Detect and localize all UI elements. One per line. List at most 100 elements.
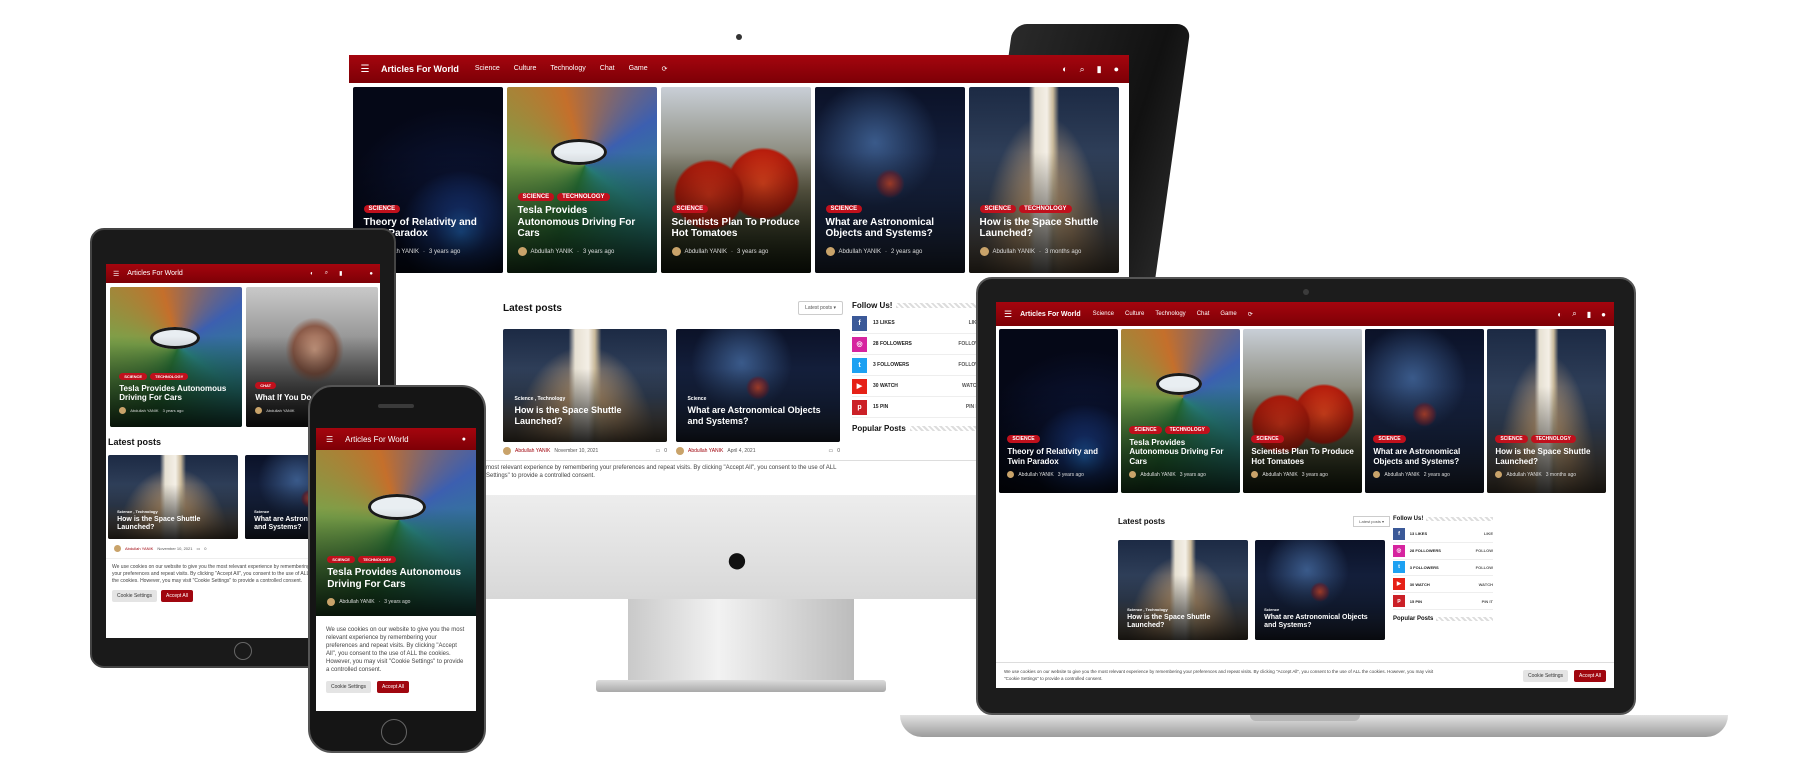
- bookmark-icon[interactable]: ▮: [1587, 309, 1591, 319]
- nav-item-chat[interactable]: Chat: [600, 65, 615, 73]
- brand-logo[interactable]: Articles For World: [345, 435, 408, 444]
- user-icon[interactable]: ●: [462, 436, 466, 443]
- slide-card[interactable]: Science Technology How is the Space Shutt…: [969, 87, 1119, 273]
- post-title[interactable]: How is the Space Shuttle Launched?: [514, 405, 657, 426]
- slide-card[interactable]: Science What are Astronomical Objects an…: [815, 87, 965, 273]
- slide-author[interactable]: Abdullah YANIK: [839, 249, 881, 255]
- slide-author[interactable]: Abdullah YANIK: [1506, 472, 1541, 478]
- nav-item-science[interactable]: Science: [475, 65, 500, 73]
- slide-title[interactable]: Scientists Plan To Produce Hot Tomatoes: [672, 217, 803, 241]
- follow-row[interactable]: p 15 PIN PIN IT: [852, 397, 980, 418]
- menu-icon[interactable]: ☰: [326, 435, 333, 444]
- accept-all-button[interactable]: Accept All: [1574, 669, 1606, 682]
- nav-item-science[interactable]: Science: [1093, 311, 1114, 318]
- moon-icon[interactable]: ◐: [310, 270, 314, 277]
- post-card[interactable]: Science What are Astronomical Objects and…: [1255, 540, 1385, 640]
- follow-row[interactable]: ◎ 28 FOLLOWERS FOLLOW: [1393, 543, 1493, 560]
- facebook-icon[interactable]: f: [1393, 527, 1405, 540]
- follow-row[interactable]: ▶ 30 WATCH WATCH: [852, 376, 980, 397]
- follow-row[interactable]: t3 FOLLOWERS FOLLOW: [852, 355, 980, 376]
- nav-item-chat[interactable]: Chat: [1197, 311, 1210, 318]
- refresh-icon[interactable]: ⟳: [1248, 311, 1253, 318]
- cookie-settings-button[interactable]: Cookie Settings: [1523, 669, 1569, 682]
- refresh-icon[interactable]: ⟳: [662, 65, 668, 73]
- comment-icon[interactable]: ▭: [828, 448, 833, 454]
- category-badge[interactable]: Science: [1251, 435, 1284, 444]
- nav-item-technology[interactable]: Technology: [1155, 311, 1185, 318]
- slide-title[interactable]: Tesla Provides Autonomous Driving For Ca…: [327, 567, 466, 591]
- post-title[interactable]: How is the Space Shuttle Launched?: [117, 516, 230, 533]
- slide-card[interactable]: Science Technology Tesla Provides Autonomo…: [1121, 329, 1240, 493]
- nav-item-technology[interactable]: Technology: [550, 65, 585, 73]
- bookmark-icon[interactable]: ▮: [339, 270, 342, 277]
- latest-filter-dropdown[interactable]: Latest posts ▾: [1353, 515, 1390, 527]
- youtube-icon[interactable]: ▶: [852, 378, 867, 394]
- moon-icon[interactable]: ◐: [1557, 309, 1562, 319]
- slide-card[interactable]: Science Scientists Plan To Produce Hot To…: [1243, 329, 1362, 493]
- comment-icon[interactable]: ▭: [655, 448, 660, 454]
- nav-item-game[interactable]: Game: [1220, 311, 1236, 318]
- accept-all-button[interactable]: Accept All: [161, 590, 193, 603]
- slide-title[interactable]: What are Astronomical Objects and System…: [826, 217, 957, 241]
- slide-author[interactable]: Abdullah YANIK: [685, 249, 727, 255]
- slide-title[interactable]: How is the Space Shuttle Launched?: [980, 217, 1111, 241]
- nav-item-culture[interactable]: Culture: [1125, 311, 1144, 318]
- nav-item-culture[interactable]: Culture: [514, 65, 537, 73]
- search-icon[interactable]: ⌕: [1080, 64, 1085, 75]
- menu-icon[interactable]: ☰: [113, 270, 119, 278]
- post-categories[interactable]: Science: [1264, 607, 1377, 612]
- slide-author[interactable]: Abdullah YANIK: [1140, 472, 1175, 478]
- menu-icon[interactable]: ☰: [1004, 309, 1012, 320]
- category-badge[interactable]: Science: [825, 204, 863, 213]
- category-badge[interactable]: Science: [1495, 435, 1528, 444]
- category-badge[interactable]: Science: [671, 204, 709, 213]
- slide-author[interactable]: Abdullah YANIK: [339, 599, 374, 605]
- follow-row[interactable]: t3 FOLLOWERS FOLLOW: [1393, 560, 1493, 577]
- comment-icon[interactable]: ▭: [196, 546, 200, 551]
- slide-author[interactable]: Abdullah YANIK: [266, 408, 294, 413]
- accept-all-button[interactable]: Accept All: [377, 680, 409, 693]
- follow-row[interactable]: f 13 LIKES LIKE: [852, 313, 980, 334]
- youtube-icon[interactable]: ▶: [1393, 578, 1405, 591]
- post-categories[interactable]: Science: [687, 396, 830, 402]
- category-badge[interactable]: Science: [363, 204, 401, 213]
- slide-title[interactable]: Scientists Plan To Produce Hot Tomatoes: [1251, 447, 1355, 466]
- slide-card[interactable]: Science Scientists Plan To Produce Hot T…: [661, 87, 811, 273]
- follow-action[interactable]: FOLLOW: [1476, 548, 1493, 553]
- moon-icon[interactable]: ◐: [1062, 64, 1067, 75]
- follow-action[interactable]: PIN IT: [1482, 599, 1493, 604]
- post-author[interactable]: Abdullah YANIK: [515, 448, 550, 454]
- twitter-icon[interactable]: t: [1393, 561, 1405, 574]
- slide-author[interactable]: Abdullah YANIK: [1384, 472, 1419, 478]
- cookie-settings-button[interactable]: Cookie Settings: [326, 680, 372, 693]
- category-badge[interactable]: Science: [517, 192, 555, 201]
- post-author[interactable]: Abdullah YANIK: [125, 546, 153, 551]
- user-icon[interactable]: ●: [1114, 64, 1119, 75]
- user-icon[interactable]: ●: [369, 270, 373, 277]
- post-card[interactable]: Science , Technology How is the Space Shu…: [1118, 540, 1248, 640]
- slide-card[interactable]: Science Technology Tesla Provides Autonom…: [316, 450, 476, 616]
- slide-author[interactable]: Abdullah YANIK: [531, 249, 573, 255]
- post-author[interactable]: Abdullah YANIK: [688, 448, 723, 454]
- post-categories[interactable]: Science , Technology: [117, 509, 230, 514]
- follow-action[interactable]: FOLLOW: [1476, 565, 1493, 570]
- brand-logo[interactable]: Articles For World: [127, 270, 183, 277]
- category-badge[interactable]: Technology: [150, 372, 189, 380]
- post-card[interactable]: Science , Technology How is the Space Shu…: [108, 455, 238, 539]
- cookie-settings-button[interactable]: Cookie Settings: [112, 590, 158, 603]
- follow-row[interactable]: ▶ 30 WATCH WATCH: [1393, 576, 1493, 594]
- latest-filter-dropdown[interactable]: Latest posts ▾: [798, 301, 843, 315]
- facebook-icon[interactable]: f: [852, 315, 867, 331]
- slide-title[interactable]: How is the Space Shuttle Launched?: [1495, 447, 1599, 466]
- slide-card[interactable]: Science What are Astronomical Objects and…: [1365, 329, 1484, 493]
- slide-title[interactable]: Tesla Provides Autonomous Driving For Ca…: [1129, 438, 1233, 466]
- post-categories[interactable]: Science , Technology: [1127, 607, 1240, 612]
- brand-logo[interactable]: Articles For World: [381, 64, 459, 74]
- pinterest-icon[interactable]: p: [852, 399, 867, 415]
- instagram-icon[interactable]: ◎: [852, 336, 867, 352]
- category-badge[interactable]: Science: [327, 556, 355, 564]
- slide-author[interactable]: Abdullah YANIK: [1018, 472, 1053, 478]
- slide-author[interactable]: Abdullah YANIK: [993, 249, 1035, 255]
- slide-card[interactable]: Science Technology Tesla Provides Autonomo…: [110, 287, 242, 427]
- slide-card[interactable]: Science Theory of Relativity and Twin Par…: [999, 329, 1118, 493]
